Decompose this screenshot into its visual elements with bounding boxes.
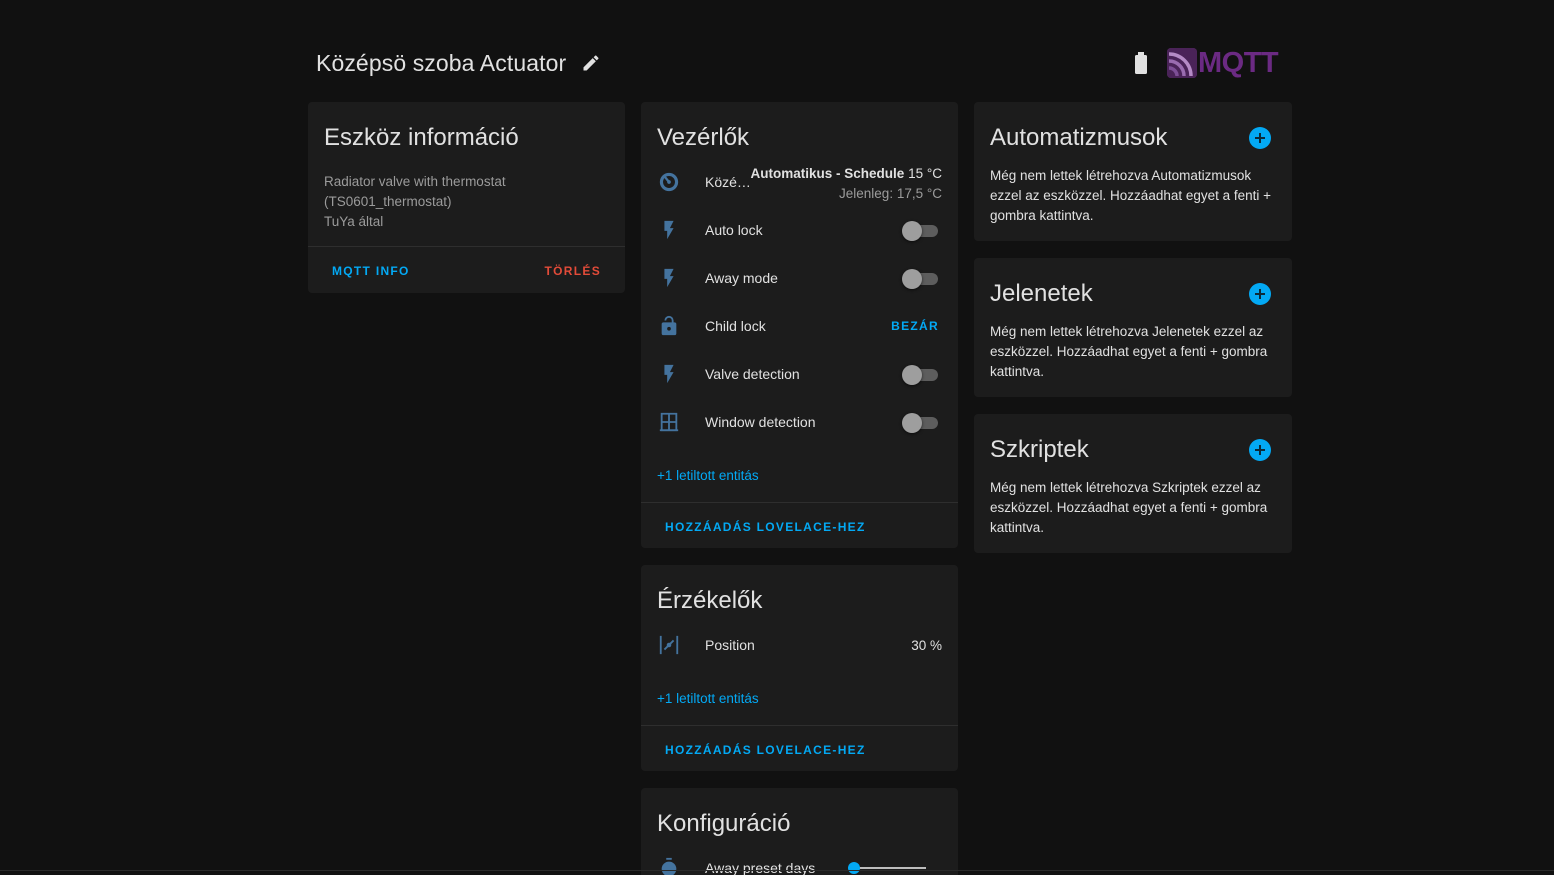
- mqtt-logo-mark: [1167, 48, 1197, 78]
- climate-row[interactable]: Közé… Automatikus - Schedule 15 °C Jelen…: [657, 158, 942, 206]
- add-script-button[interactable]: [1249, 439, 1271, 461]
- automations-card: Automatizmusok Még nem lettek létrehozva…: [974, 102, 1292, 241]
- lock-open-icon: [657, 314, 681, 338]
- device-manufacturer: TuYa által: [324, 214, 384, 229]
- entity-name: Position: [705, 637, 755, 653]
- add-automation-button[interactable]: [1249, 127, 1271, 149]
- valve-icon: [657, 633, 681, 657]
- battery-icon: [1130, 51, 1152, 75]
- flash-icon: [657, 218, 681, 242]
- scenes-card: Jelenetek Még nem lettek létrehozva Jele…: [974, 258, 1292, 397]
- delete-button[interactable]: TÖRLÉS: [545, 264, 601, 278]
- header-right: MQTT: [1130, 44, 1279, 82]
- window-detection-toggle[interactable]: [902, 411, 938, 433]
- mqtt-logo-text: MQTT: [1198, 47, 1279, 79]
- climate-target: 15 °C: [908, 166, 942, 181]
- scripts-empty-text: Még nem lettek létrehozva Szkriptek ezze…: [990, 480, 1268, 535]
- entity-row-auto-lock[interactable]: Auto lock: [657, 206, 942, 254]
- card-divider: [308, 246, 625, 247]
- add-to-lovelace-button[interactable]: HOZZÁADÁS LOVELACE-HEZ: [665, 743, 866, 757]
- pencil-icon[interactable]: [580, 52, 602, 74]
- entity-name: Away preset days: [705, 860, 816, 875]
- entity-name: Child lock: [705, 318, 766, 334]
- mqtt-logo: MQTT: [1167, 47, 1279, 79]
- bottom-divider: [0, 870, 1554, 871]
- entity-row-away-mode[interactable]: Away mode: [657, 254, 942, 302]
- page-header: Középsö szoba Actuator: [316, 44, 602, 82]
- lock-button[interactable]: BEZÁR: [891, 319, 939, 333]
- entity-name: Away mode: [705, 270, 778, 286]
- scripts-card: Szkriptek Még nem lettek létrehozva Szkr…: [974, 414, 1292, 553]
- sensors-card: Érzékelők Position 30 % +1 letiltott ent…: [641, 565, 958, 771]
- disabled-entities-link[interactable]: +1 letiltott entitás: [657, 468, 759, 483]
- automations-empty-text: Még nem lettek létrehozva Automatizmusok…: [990, 168, 1272, 223]
- device-model: Radiator valve with thermostat: [324, 174, 506, 189]
- card-divider: [641, 725, 958, 726]
- page-title: Középsö szoba Actuator: [316, 49, 567, 76]
- flash-icon: [657, 266, 681, 290]
- entity-name: Valve detection: [705, 366, 800, 382]
- entity-name: Window detection: [705, 414, 816, 430]
- climate-mode: Automatikus - Schedule: [750, 166, 905, 181]
- disabled-entities-link[interactable]: +1 letiltott entitás: [657, 691, 759, 706]
- card-divider: [641, 502, 958, 503]
- sensors-title: Érzékelők: [657, 587, 763, 614]
- auto-lock-toggle[interactable]: [902, 219, 938, 241]
- entity-row-window-detection[interactable]: Window detection: [657, 398, 942, 446]
- entity-name: Auto lock: [705, 222, 763, 238]
- controls-card: Vezérlők Közé… Automatikus - Schedule 15…: [641, 102, 958, 548]
- device-info-title: Eszköz információ: [324, 124, 519, 151]
- configuration-card: Konfiguráció Away preset days: [641, 788, 958, 875]
- flash-icon: [657, 362, 681, 386]
- entity-row-child-lock[interactable]: Child lock BEZÁR: [657, 302, 942, 350]
- timer-icon: [657, 856, 681, 875]
- automations-title: Automatizmusok: [990, 124, 1168, 151]
- thermostat-icon: [657, 170, 681, 194]
- device-model-id: (TS0601_thermostat): [324, 194, 452, 209]
- mqtt-info-button[interactable]: MQTT INFO: [332, 264, 410, 278]
- position-value: 30 %: [911, 637, 942, 653]
- climate-current: Jelenleg: 17,5 °C: [839, 186, 942, 201]
- entity-row-position[interactable]: Position 30 %: [657, 621, 942, 669]
- slider-thumb[interactable]: [848, 862, 860, 874]
- climate-name: Közé…: [705, 174, 751, 190]
- add-scene-button[interactable]: [1249, 283, 1271, 305]
- window-icon: [657, 410, 681, 434]
- entity-row-valve-detection[interactable]: Valve detection: [657, 350, 942, 398]
- scenes-title: Jelenetek: [990, 280, 1093, 307]
- add-to-lovelace-button[interactable]: HOZZÁADÁS LOVELACE-HEZ: [665, 520, 866, 534]
- controls-title: Vezérlők: [657, 124, 750, 151]
- scenes-empty-text: Még nem lettek létrehozva Jelenetek ezze…: [990, 324, 1268, 379]
- away-preset-days-slider[interactable]: [848, 862, 926, 874]
- away-mode-toggle[interactable]: [902, 267, 938, 289]
- device-page: Középsö szoba Actuator MQTT Eszköz infor…: [0, 0, 1554, 875]
- device-info-card: Eszköz információ Radiator valve with th…: [308, 102, 625, 293]
- valve-detection-toggle[interactable]: [902, 363, 938, 385]
- configuration-title: Konfiguráció: [657, 810, 791, 837]
- scripts-title: Szkriptek: [990, 436, 1089, 463]
